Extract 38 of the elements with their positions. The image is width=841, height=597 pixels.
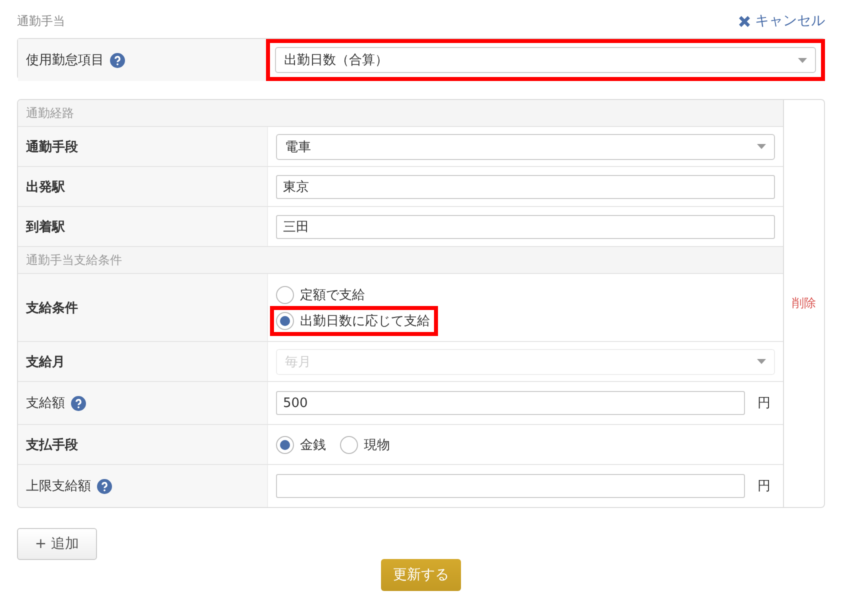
field-label: 到着駅 bbox=[26, 218, 65, 236]
select-field[interactable]: 電車 bbox=[276, 134, 775, 160]
input-field[interactable]: 500 bbox=[276, 391, 745, 415]
field-label: 支給条件 bbox=[26, 300, 78, 316]
caret-icon bbox=[798, 58, 807, 62]
field-label: 使用勤怠項目 bbox=[26, 52, 104, 69]
radio-button[interactable] bbox=[276, 436, 294, 454]
caret-icon bbox=[757, 144, 766, 149]
select-field[interactable]: 出勤日数（合算） bbox=[275, 47, 816, 73]
group-header: 通勤手当支給条件 bbox=[18, 247, 783, 274]
close-icon bbox=[738, 14, 751, 28]
field-label: 支払手段 bbox=[26, 436, 78, 454]
field-label: 上限支給額 bbox=[26, 478, 91, 495]
help-icon[interactable] bbox=[97, 478, 112, 494]
radio-option[interactable]: 金銭 bbox=[276, 434, 330, 456]
field-label: 出発駅 bbox=[26, 178, 65, 196]
caret-icon bbox=[757, 359, 766, 364]
input-field[interactable] bbox=[276, 474, 745, 498]
radio-button[interactable] bbox=[276, 312, 294, 330]
field-label: 通勤手段 bbox=[26, 138, 78, 156]
radio-option[interactable]: 現物 bbox=[340, 434, 394, 456]
radio-option[interactable]: 定額で支給 bbox=[276, 284, 369, 306]
radio-button[interactable] bbox=[340, 436, 358, 454]
field-label: 支給額 bbox=[26, 395, 65, 412]
group-header: 通勤経路 bbox=[18, 100, 783, 127]
input-field[interactable]: 三田 bbox=[276, 214, 775, 238]
section-title: 通勤手当 bbox=[17, 12, 65, 30]
unit-label: 円 bbox=[756, 478, 772, 495]
add-button[interactable]: + 追加 bbox=[17, 528, 97, 560]
help-icon[interactable] bbox=[110, 52, 125, 68]
radio-option[interactable]: 出勤日数に応じて支給 bbox=[274, 310, 434, 332]
help-icon[interactable] bbox=[71, 396, 86, 410]
delete-link[interactable]: 削除 bbox=[792, 295, 816, 312]
input-field[interactable]: 東京 bbox=[276, 174, 775, 198]
radio-button[interactable] bbox=[276, 286, 294, 304]
field-label: 支給月 bbox=[26, 354, 65, 370]
cancel-link[interactable]: キャンセル bbox=[738, 12, 825, 30]
unit-label: 円 bbox=[756, 395, 772, 412]
